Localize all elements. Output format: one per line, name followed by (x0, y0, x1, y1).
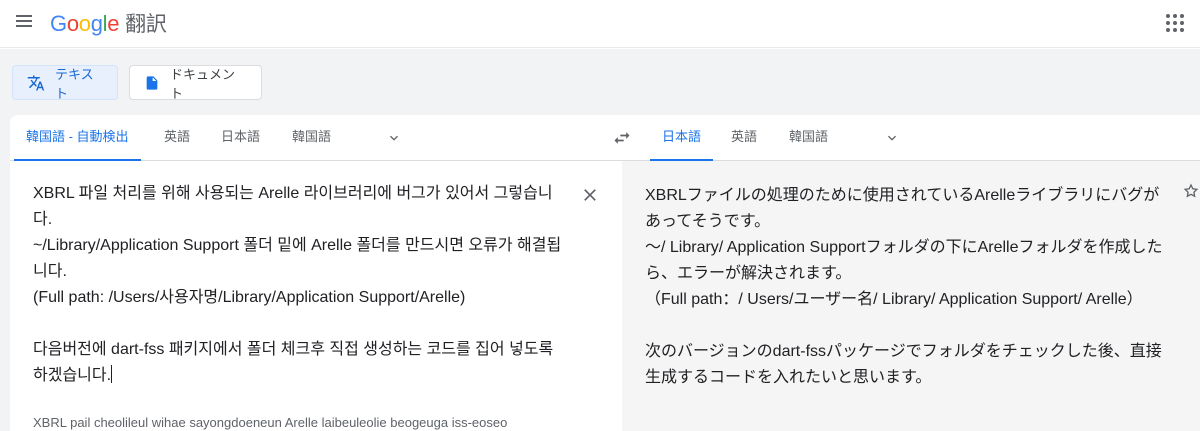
logo-letter: g (90, 11, 103, 36)
source-textarea[interactable]: XBRL 파일 처리를 위해 사용되는 Arelle 라이브러리에 버그가 있어… (33, 181, 568, 389)
logo-letter: o (78, 11, 91, 36)
target-line: 次のバージョンのdart-fssパッケージでフォルダをチェックした後、直接生成す… (645, 343, 1162, 386)
target-line (645, 313, 1175, 339)
text-cursor (111, 365, 113, 383)
chevron-down-icon[interactable] (386, 130, 402, 146)
clear-text-icon[interactable] (580, 185, 600, 205)
target-line: XBRLファイルの処理のために使用されているArelleライブラリにバグがあって… (645, 187, 1160, 230)
google-translate-logo[interactable]: Google 翻訳 (50, 8, 167, 38)
translation-card: 韓国語 - 自動検出 英語 日本語 韓国語 日本語 英語 韓国語 XBRL 파일… (10, 115, 1200, 431)
text-mode-button[interactable]: テキスト (12, 65, 118, 101)
translation-area: 韓国語 - 自動検出 英語 日本語 韓国語 日本語 英語 韓国語 XBRL 파일… (0, 115, 1200, 431)
translate-icon (27, 74, 45, 92)
hamburger-menu-icon[interactable] (14, 12, 34, 32)
source-text-panel[interactable]: XBRL 파일 처리를 위해 사용되는 Arelle 라이브러리에 버그가 있어… (10, 161, 622, 431)
target-lang-korean-tab[interactable]: 韓国語 (789, 115, 828, 161)
document-icon (144, 75, 160, 91)
top-app-bar: Google 翻訳 (0, 0, 1200, 48)
source-line: XBRL 파일 처리를 위해 사용되는 Arelle 라이브러리에 버그가 있어… (33, 185, 553, 228)
star-icon[interactable] (1183, 183, 1199, 199)
mode-selector: テキスト ドキュメント (0, 49, 1200, 115)
logo-letter: G (50, 11, 67, 36)
source-line: ~/Library/Application Support 폴더 밑에 Arel… (33, 237, 562, 280)
text-mode-label: テキスト (55, 66, 94, 101)
source-lang-english-tab[interactable]: 英語 (164, 115, 190, 161)
product-name: 翻訳 (125, 13, 167, 36)
romanization-text: XBRL pail cheolileul wihae sayongdoeneun… (33, 415, 508, 430)
target-text-panel: XBRLファイルの処理のために使用されているArelleライブラリにバグがあって… (622, 161, 1200, 431)
source-lang-detect-tab[interactable]: 韓国語 - 自動検出 (14, 115, 141, 161)
swap-languages-icon[interactable] (612, 128, 632, 148)
logo-letter: o (66, 11, 79, 36)
source-line: (Full path: /Users/사용자명/Library/Applicat… (33, 289, 466, 306)
language-bar: 韓国語 - 自動検出 英語 日本語 韓国語 日本語 英語 韓国語 (10, 115, 1200, 161)
translation-output: XBRLファイルの処理のために使用されているArelleライブラリにバグがあって… (645, 183, 1175, 391)
document-mode-label: ドキュメント (170, 66, 236, 101)
apps-grid-icon[interactable] (1166, 14, 1184, 32)
logo-letter: e (107, 11, 120, 36)
source-line-last: 다음버전에 dart-fss 패키지에서 폴더 체크후 직접 생성하는 코드를 … (33, 337, 568, 389)
source-lang-korean-tab[interactable]: 韓国語 (292, 115, 331, 161)
source-lang-japanese-tab[interactable]: 日本語 (221, 115, 260, 161)
document-mode-button[interactable]: ドキュメント (129, 65, 262, 101)
target-line: （Full path：/ Users/ユーザー名/ Library/ Appli… (645, 291, 1143, 308)
chevron-down-icon[interactable] (884, 130, 900, 146)
target-lang-japanese-tab[interactable]: 日本語 (649, 115, 714, 161)
target-lang-english-tab[interactable]: 英語 (731, 115, 757, 161)
target-line: 〜/ Library/ Application Supportフォルダの下にAr… (645, 239, 1163, 282)
source-line (33, 311, 568, 337)
